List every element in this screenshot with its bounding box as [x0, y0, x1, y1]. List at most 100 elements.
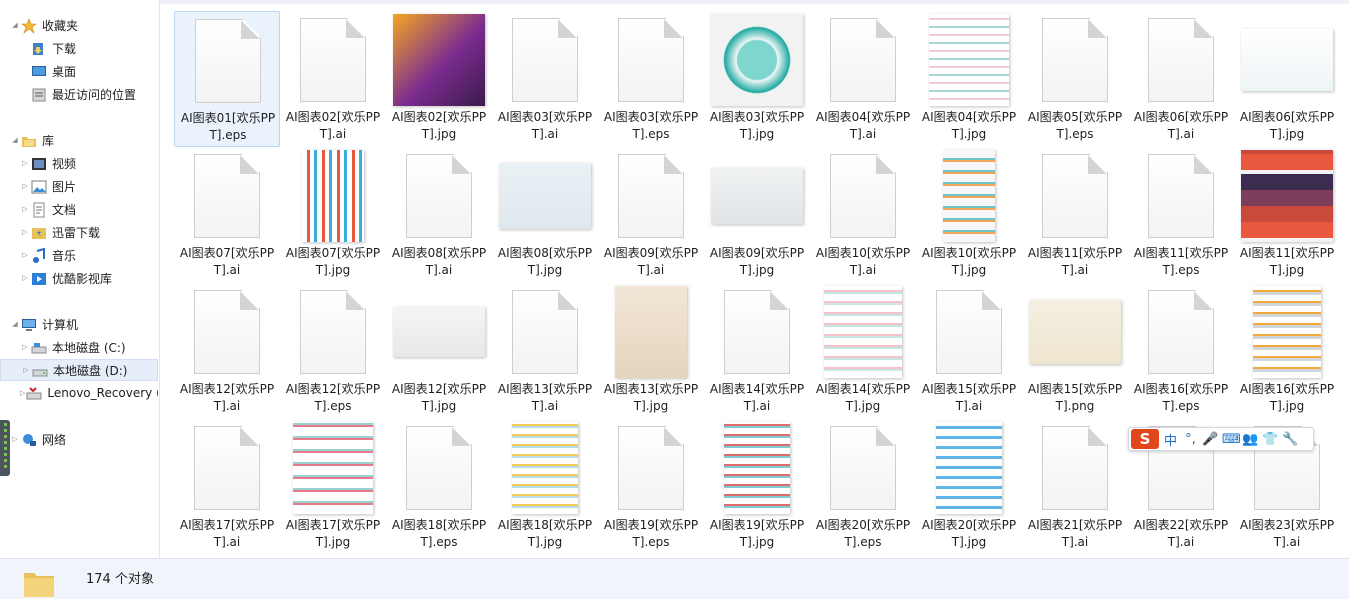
image-preview: [1234, 285, 1340, 379]
collapsed-arrow-icon[interactable]: ▷: [20, 274, 30, 282]
file-item[interactable]: AI图表11[欢乐PPT].ai: [1022, 147, 1128, 283]
file-item[interactable]: AI图表07[欢乐PPT].ai: [174, 147, 280, 283]
thunder-download-icon: [31, 225, 47, 239]
file-name: AI图表23[欢乐PPT].ai: [1239, 518, 1335, 549]
file-item[interactable]: AI图表17[欢乐PPT].ai: [174, 419, 280, 555]
nav-item-desktop[interactable]: 桌面: [0, 60, 158, 82]
nav-item-drive-c[interactable]: ▷ 本地磁盘 (C:): [0, 336, 158, 358]
file-item[interactable]: AI图表16[欢乐PPT].eps: [1128, 283, 1234, 419]
file-item[interactable]: AI图表05[欢乐PPT].eps: [1022, 11, 1128, 147]
collapsed-arrow-icon[interactable]: ▷: [20, 228, 30, 236]
nav-item-library[interactable]: ◢ 库: [0, 129, 158, 151]
file-name: AI图表12[欢乐PPT].ai: [179, 382, 275, 413]
nav-item-network[interactable]: ▷ 网络: [0, 428, 158, 450]
nav-item-recent-places[interactable]: 最近访问的位置: [0, 83, 158, 105]
collapsed-arrow-icon[interactable]: ▷: [20, 205, 30, 213]
file-item[interactable]: AI图表09[欢乐PPT].jpg: [704, 147, 810, 283]
nav-item-documents-library[interactable]: ▷ 文档: [0, 198, 158, 220]
expanded-arrow-icon[interactable]: ◢: [10, 320, 20, 328]
nav-item-label: 本地磁盘 (C:): [52, 340, 126, 355]
nav-item-video-library[interactable]: ▷ 视频: [0, 152, 158, 174]
file-item[interactable]: AI图表12[欢乐PPT].eps: [280, 283, 386, 419]
file-item[interactable]: AI图表02[欢乐PPT].ai: [280, 11, 386, 147]
file-item[interactable]: AI图表12[欢乐PPT].ai: [174, 283, 280, 419]
file-item[interactable]: AI图表12[欢乐PPT].jpg: [386, 283, 492, 419]
image-thumbnail: [936, 422, 1002, 514]
expanded-arrow-icon[interactable]: ◢: [10, 136, 20, 144]
collapsed-arrow-icon[interactable]: ▷: [20, 182, 30, 190]
nav-item-download-folder[interactable]: 下载: [0, 37, 158, 59]
nav-item-drive-d[interactable]: ▷ 本地磁盘 (D:): [0, 359, 158, 381]
file-item[interactable]: AI图表14[欢乐PPT].jpg: [810, 283, 916, 419]
file-item[interactable]: AI图表01[欢乐PPT].eps: [174, 11, 280, 147]
file-item[interactable]: AI图表15[欢乐PPT].png: [1022, 283, 1128, 419]
nav-item-music-library[interactable]: ▷ 音乐: [0, 244, 158, 266]
file-name: AI图表10[欢乐PPT].jpg: [921, 246, 1017, 277]
file-item[interactable]: AI图表16[欢乐PPT].jpg: [1234, 283, 1340, 419]
file-item[interactable]: AI图表14[欢乐PPT].ai: [704, 283, 810, 419]
collapsed-arrow-icon[interactable]: ▷: [21, 366, 31, 374]
file-name: AI图表11[欢乐PPT].jpg: [1239, 246, 1335, 277]
ime-punctuation-icon[interactable]: °,: [1182, 432, 1199, 447]
file-item[interactable]: AI图表06[欢乐PPT].ai: [1128, 11, 1234, 147]
ime-user-icon[interactable]: 👥: [1242, 432, 1259, 447]
file-name: AI图表19[欢乐PPT].jpg: [709, 518, 805, 549]
file-item[interactable]: AI图表11[欢乐PPT].eps: [1128, 147, 1234, 283]
file-item[interactable]: AI图表04[欢乐PPT].ai: [810, 11, 916, 147]
file-item[interactable]: AI图表07[欢乐PPT].jpg: [280, 147, 386, 283]
file-item[interactable]: AI图表17[欢乐PPT].jpg: [280, 419, 386, 555]
file-item[interactable]: AI图表08[欢乐PPT].ai: [386, 147, 492, 283]
nav-item-star[interactable]: ◢ 收藏夹: [0, 14, 158, 36]
file-item[interactable]: AI图表13[欢乐PPT].jpg: [598, 283, 704, 419]
ime-skin-icon[interactable]: 👕: [1262, 432, 1279, 447]
file-item[interactable]: AI图表02[欢乐PPT].jpg: [386, 11, 492, 147]
ime-settings-icon[interactable]: 🔧: [1282, 432, 1299, 447]
blank-page-icon: [618, 18, 684, 102]
nav-item-pictures-library[interactable]: ▷ 图片: [0, 175, 158, 197]
folder-icon: [24, 573, 54, 597]
file-item[interactable]: AI图表03[欢乐PPT].jpg: [704, 11, 810, 147]
file-item[interactable]: AI图表19[欢乐PPT].eps: [598, 419, 704, 555]
file-item[interactable]: AI图表18[欢乐PPT].jpg: [492, 419, 598, 555]
file-item[interactable]: AI图表04[欢乐PPT].jpg: [916, 11, 1022, 147]
image-preview: [916, 149, 1022, 243]
ime-chinese-mode[interactable]: 中: [1162, 430, 1179, 449]
file-item[interactable]: AI图表03[欢乐PPT].ai: [492, 11, 598, 147]
generic-file-icon: [598, 13, 704, 107]
image-preview: [280, 421, 386, 515]
file-item[interactable]: AI图表11[欢乐PPT].jpg: [1234, 147, 1340, 283]
file-name: AI图表16[欢乐PPT].jpg: [1239, 382, 1335, 413]
file-name: AI图表21[欢乐PPT].ai: [1027, 518, 1123, 549]
ime-toolbar[interactable]: S 中 °, 🎤 ⌨ 👥 👕 🔧: [1128, 427, 1314, 451]
expanded-arrow-icon[interactable]: ◢: [10, 21, 20, 29]
file-item[interactable]: AI图表06[欢乐PPT].jpg: [1234, 11, 1340, 147]
file-item[interactable]: AI图表10[欢乐PPT].jpg: [916, 147, 1022, 283]
collapsed-arrow-icon[interactable]: ▷: [10, 435, 20, 443]
collapsed-arrow-icon[interactable]: ▷: [20, 251, 30, 259]
nav-item-recovery-drive[interactable]: ▷ Lenovo_Recovery (: [0, 382, 158, 404]
file-item[interactable]: AI图表20[欢乐PPT].eps: [810, 419, 916, 555]
ime-keyboard-icon[interactable]: ⌨: [1222, 432, 1241, 447]
file-item[interactable]: AI图表21[欢乐PPT].ai: [1022, 419, 1128, 555]
collapsed-arrow-icon[interactable]: ▷: [20, 389, 25, 397]
file-item[interactable]: AI图表10[欢乐PPT].ai: [810, 147, 916, 283]
file-item[interactable]: AI图表03[欢乐PPT].eps: [598, 11, 704, 147]
collapsed-arrow-icon[interactable]: ▷: [20, 343, 30, 351]
sogou-logo-icon[interactable]: S: [1131, 429, 1159, 449]
nav-item-thunder-download[interactable]: ▷ 迅雷下载: [0, 221, 158, 243]
file-item[interactable]: AI图表18[欢乐PPT].eps: [386, 419, 492, 555]
file-item[interactable]: AI图表15[欢乐PPT].ai: [916, 283, 1022, 419]
file-item[interactable]: AI图表20[欢乐PPT].jpg: [916, 419, 1022, 555]
nav-item-computer[interactable]: ◢ 计算机: [0, 313, 158, 335]
file-item[interactable]: AI图表19[欢乐PPT].jpg: [704, 419, 810, 555]
image-preview: [810, 285, 916, 379]
file-item[interactable]: AI图表08[欢乐PPT].jpg: [492, 147, 598, 283]
file-item[interactable]: AI图表09[欢乐PPT].ai: [598, 147, 704, 283]
star-icon: [21, 18, 37, 34]
nav-item-youku-library[interactable]: ▷ 优酷影视库: [0, 267, 158, 289]
object-count: 174 个对象: [86, 572, 154, 587]
image-preview: [916, 421, 1022, 515]
ime-microphone-icon[interactable]: 🎤: [1202, 432, 1219, 447]
collapsed-arrow-icon[interactable]: ▷: [20, 159, 30, 167]
file-item[interactable]: AI图表13[欢乐PPT].ai: [492, 283, 598, 419]
